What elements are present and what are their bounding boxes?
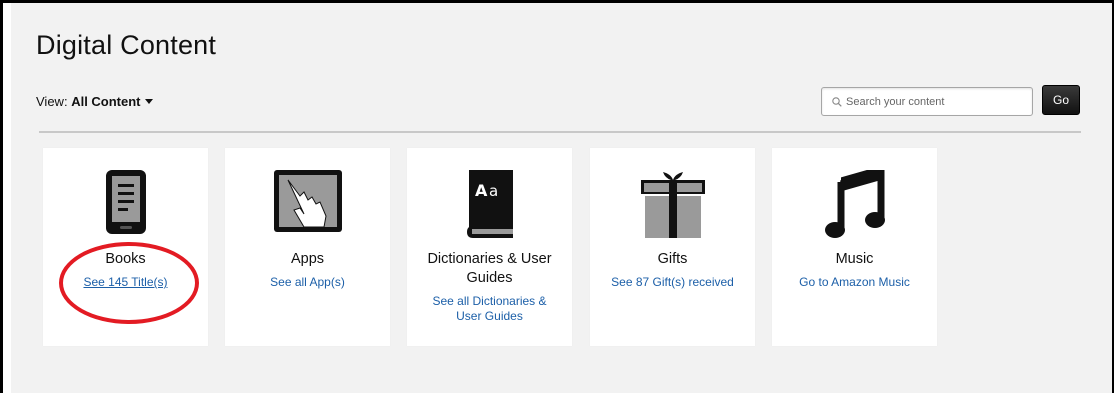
music-note-icon <box>824 170 885 238</box>
go-to-music-link[interactable]: Go to Amazon Music <box>790 275 920 290</box>
search-field[interactable] <box>821 87 1033 116</box>
touch-hand-icon <box>273 170 342 235</box>
page-title: Digital Content <box>36 30 217 60</box>
category-card-dictionaries[interactable]: A a Dictionaries & User Guides See all D… <box>407 148 572 346</box>
search-icon <box>832 96 842 107</box>
svg-text:a: a <box>489 182 498 200</box>
ereader-icon <box>105 170 147 235</box>
card-title-apps: Apps <box>290 251 325 267</box>
app-frame: Digital Content View: All Content Go Boo… <box>0 0 1114 393</box>
see-apps-link[interactable]: See all App(s) <box>243 275 373 290</box>
view-selected: All Content <box>71 94 141 109</box>
card-title-gifts: Gifts <box>657 251 688 267</box>
gift-box-icon <box>640 170 705 238</box>
dictionary-book-icon: A a <box>465 170 515 238</box>
go-button[interactable]: Go <box>1042 85 1080 115</box>
see-dictionaries-link[interactable]: See all Dictionaries & User Guides <box>425 294 555 324</box>
svg-text:A: A <box>475 181 488 200</box>
view-dropdown[interactable]: All Content <box>71 94 153 109</box>
view-label: View: <box>36 94 68 109</box>
card-title-books: Books <box>105 251 146 267</box>
header-divider <box>39 131 1081 133</box>
see-titles-link[interactable]: See 145 Title(s) <box>61 275 191 290</box>
card-title-music: Music <box>835 251 874 267</box>
caret-down-icon <box>144 99 153 104</box>
category-card-books[interactable]: Books See 145 Title(s) <box>43 148 208 346</box>
category-card-gifts[interactable]: Gifts See 87 Gift(s) received <box>590 148 755 346</box>
view-filter: View: All Content <box>36 94 153 109</box>
see-gifts-link[interactable]: See 87 Gift(s) received <box>608 275 738 290</box>
category-card-apps[interactable]: Apps See all App(s) <box>225 148 390 346</box>
search-input[interactable] <box>846 95 1026 108</box>
category-card-music[interactable]: Music Go to Amazon Music <box>772 148 937 346</box>
left-edge <box>3 3 11 393</box>
card-title-dictionaries: Dictionaries & User Guides <box>427 251 552 286</box>
